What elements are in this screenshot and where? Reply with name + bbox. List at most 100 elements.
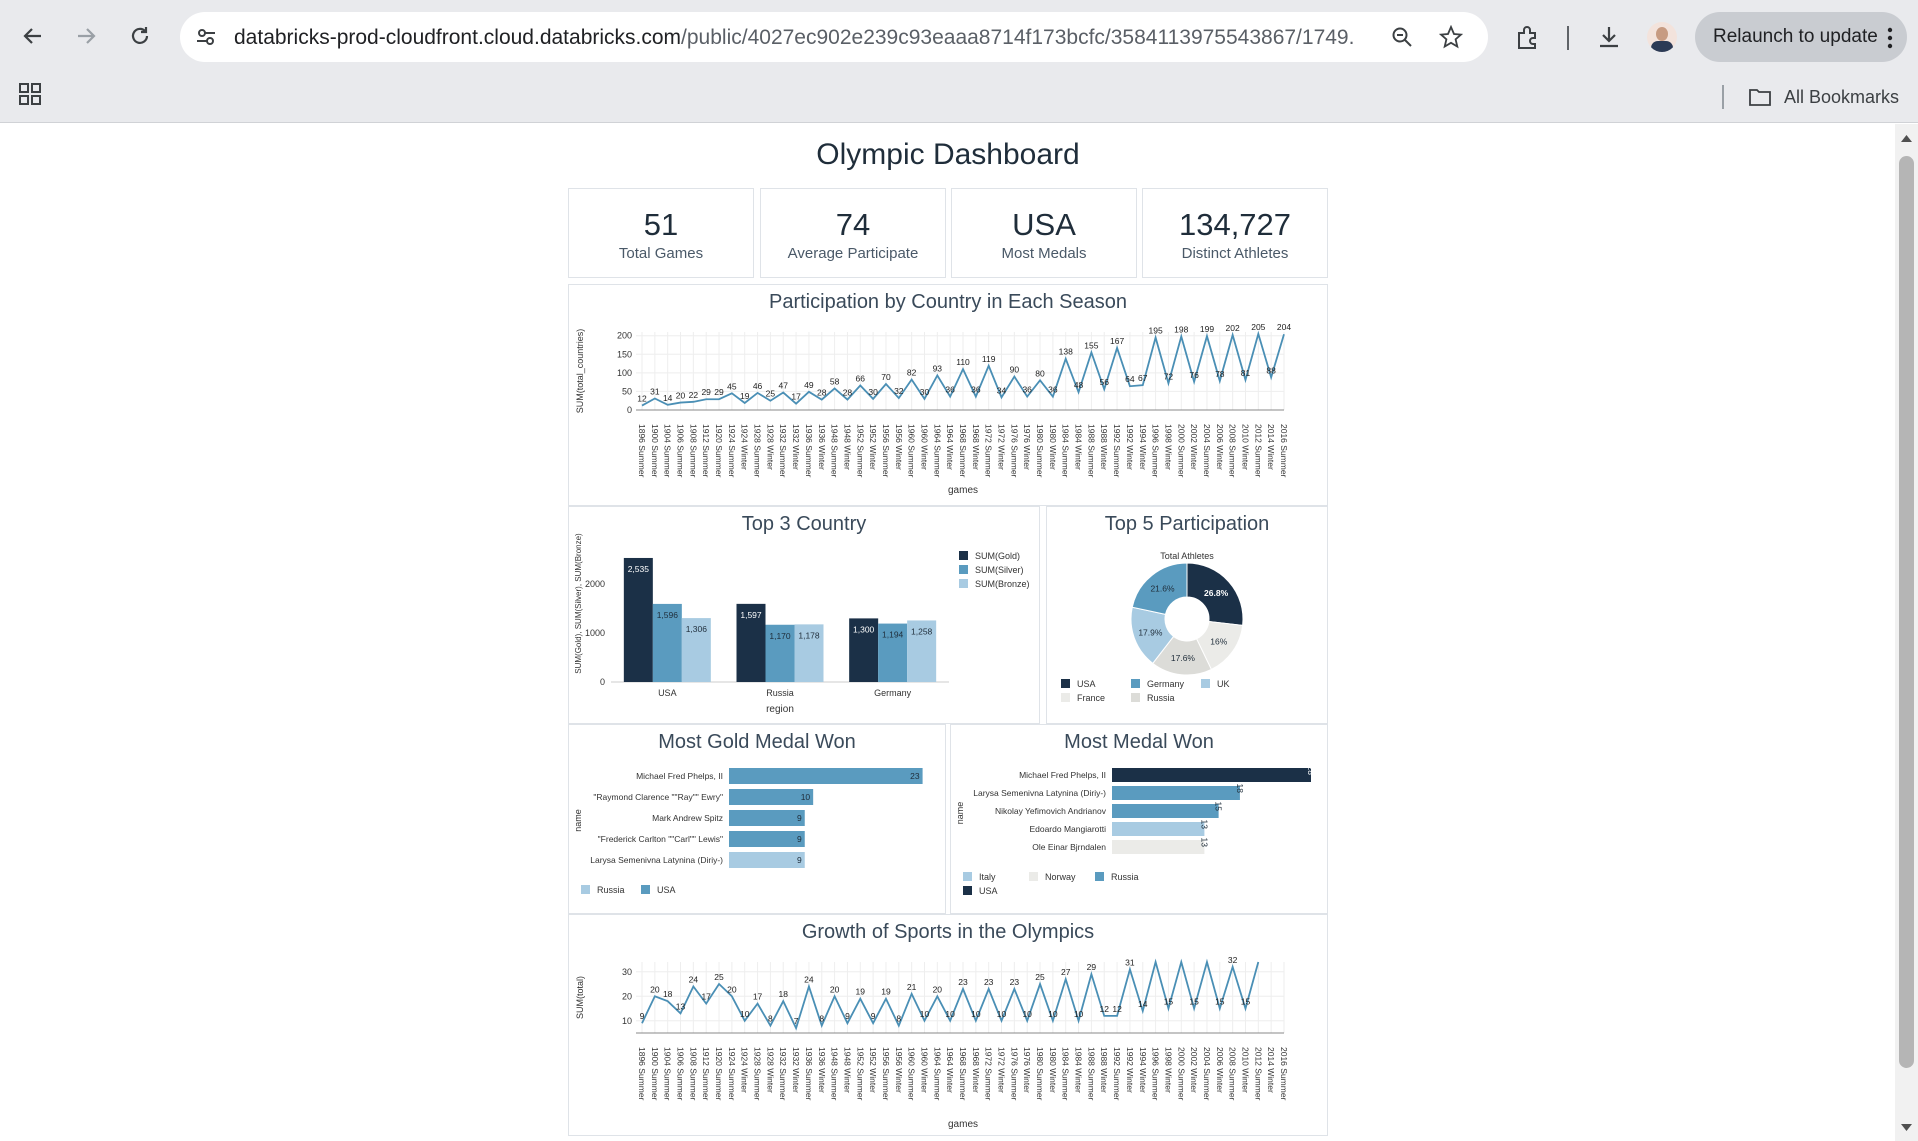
- y-tick-label: "Frederick Carlton ""Carl"" Lewis": [598, 834, 723, 844]
- zoom-icon[interactable]: [1391, 26, 1413, 48]
- bookmark-star-icon[interactable]: [1439, 25, 1463, 49]
- relaunch-label: Relaunch to update: [1713, 26, 1878, 47]
- x-tick-label: 2004 Summer: [1202, 1047, 1212, 1101]
- x-tick-label: 1904 Summer: [663, 1047, 673, 1101]
- data-label: 10: [920, 1009, 930, 1019]
- all-bookmarks-button[interactable]: All Bookmarks: [1748, 83, 1899, 111]
- x-tick-label: 1920 Summer: [714, 1047, 724, 1101]
- x-tick-label: 1948 Summer: [830, 1047, 840, 1101]
- bar: [1112, 822, 1205, 836]
- legend-label: Russia: [1111, 872, 1139, 882]
- x-tick-label: 1912 Summer: [701, 1047, 711, 1101]
- x-tick-label: 1952 Summer: [855, 424, 865, 478]
- back-button[interactable]: [15, 18, 51, 54]
- top3-bar-chart: 0 1000 2000 2,535 1,596 1,306 USA 1,597 1,170 1,1…: [574, 533, 1030, 715]
- data-label: 19: [740, 391, 750, 401]
- data-label: 1,306: [686, 624, 708, 634]
- growth-of-sports-panel: Growth of Sports in the Olympics 10 20 30 9…: [568, 914, 1328, 1136]
- x-tick-label: 1972 Winter: [997, 424, 1007, 470]
- data-label: 21: [907, 982, 917, 992]
- legend-label: SUM(Bronze): [975, 579, 1030, 589]
- data-label: 20: [676, 391, 686, 401]
- data-label: 10: [1074, 1009, 1084, 1019]
- x-tick-label: 1952 Winter: [868, 424, 878, 470]
- data-label: 18: [779, 989, 789, 999]
- x-tick-label: 1900 Summer: [650, 1047, 660, 1101]
- reload-button[interactable]: [122, 18, 158, 54]
- growth-line-chart: 102030920 1813241725201017818724820919919…: [575, 955, 1289, 1130]
- data-label: 10: [1022, 1009, 1032, 1019]
- site-settings-icon[interactable]: [194, 25, 218, 49]
- data-label: 204: [1277, 322, 1291, 332]
- data-label: 29: [1087, 962, 1097, 972]
- x-tick-label: 1994 Winter: [1138, 424, 1148, 470]
- x-tick-label: 1928 Summer: [753, 1047, 763, 1101]
- data-label: 82: [907, 368, 917, 378]
- kpi-value: USA: [1012, 207, 1076, 242]
- more-menu-icon[interactable]: [1887, 27, 1893, 49]
- data-label: 10: [971, 1009, 981, 1019]
- apps-grid-icon[interactable]: [18, 82, 42, 106]
- x-tick-label: 1936 Summer: [804, 424, 814, 478]
- x-tick-label: 2008 Summer: [1228, 1047, 1238, 1101]
- x-tick-label: Russia: [766, 688, 794, 698]
- y-tick-label: 150: [617, 349, 632, 359]
- data-label: 17: [701, 992, 711, 1002]
- kpi-label: Average Participate: [787, 245, 919, 262]
- y-tick-label: 0: [627, 405, 632, 415]
- legend-swatch: [1061, 679, 1070, 688]
- x-tick-label: 1984 Summer: [1061, 1047, 1071, 1101]
- data-label: 12: [637, 394, 647, 404]
- y-tick-label: Michael Fred Phelps, II: [1019, 770, 1106, 780]
- address-bar[interactable]: databricks-prod-cloudfront.cloud.databri…: [180, 12, 1488, 62]
- data-label: 66: [856, 373, 866, 383]
- x-tick-label: 1968 Summer: [958, 424, 968, 478]
- forward-button[interactable]: [68, 18, 104, 54]
- x-tick-label: 1928 Summer: [753, 424, 763, 478]
- data-label: 17: [753, 992, 763, 1002]
- x-tick-label: 1992 Summer: [1112, 1047, 1122, 1101]
- scroll-up-arrow-icon[interactable]: [1901, 134, 1912, 142]
- url-path: /public/4027ec902e239c93eaaa8714f173bcfc…: [681, 26, 1354, 49]
- x-tick-label: 1964 Summer: [932, 424, 942, 478]
- legend-label: Russia: [1147, 693, 1175, 703]
- legend-swatch: [963, 872, 972, 881]
- y-axis-title: name: [573, 809, 583, 832]
- kpi-distinct-athletes: 134,727 Distinct Athletes: [1142, 188, 1328, 278]
- data-label: 205: [1251, 322, 1265, 332]
- kpi-label: Distinct Athletes: [1181, 245, 1289, 262]
- most-gold-panel: Most Gold Medal Won Michael Fred Phelps,…: [568, 724, 946, 914]
- bookmarks-divider: [1722, 85, 1724, 109]
- kpi-value: 74: [835, 207, 871, 242]
- data-label: 20: [830, 984, 840, 994]
- x-tick-label: Germany: [874, 688, 912, 698]
- download-icon[interactable]: [1596, 24, 1622, 50]
- most-medal-panel: Most Medal Won Michael Fred Phelps, II 28…: [950, 724, 1328, 914]
- y-tick-label: 50: [622, 386, 632, 396]
- scroll-down-arrow-icon[interactable]: [1901, 1124, 1912, 1132]
- data-label: 28: [817, 388, 827, 398]
- scrollbar-thumb[interactable]: [1899, 156, 1914, 1068]
- extensions-icon[interactable]: [1515, 25, 1541, 51]
- x-tick-label: 1952 Winter: [868, 1047, 878, 1093]
- data-label: 76: [1189, 370, 1199, 380]
- x-tick-label: 1956 Winter: [894, 1047, 904, 1093]
- x-tick-label: 1906 Summer: [676, 1047, 686, 1101]
- data-label: 167: [1110, 336, 1124, 346]
- x-tick-label: 1904 Summer: [663, 424, 673, 478]
- data-label: 80: [1035, 368, 1045, 378]
- bar: [729, 768, 923, 784]
- x-axis-title: games: [948, 1119, 978, 1130]
- url-text[interactable]: databricks-prod-cloudfront.cloud.databri…: [234, 26, 1354, 50]
- relaunch-to-update-button[interactable]: Relaunch to update: [1695, 12, 1907, 62]
- legend-swatch: [963, 886, 972, 895]
- folder-icon: [1749, 89, 1771, 106]
- data-label: 30: [920, 387, 930, 397]
- data-label: 13: [1199, 838, 1209, 848]
- data-label: 48: [1074, 380, 1084, 390]
- data-label: 13: [1199, 820, 1209, 830]
- kpi-average-participate: 74 Average Participate: [760, 188, 946, 278]
- profile-avatar[interactable]: [1647, 22, 1677, 52]
- data-label: 199: [1200, 324, 1214, 334]
- all-bookmarks-label: All Bookmarks: [1784, 86, 1900, 107]
